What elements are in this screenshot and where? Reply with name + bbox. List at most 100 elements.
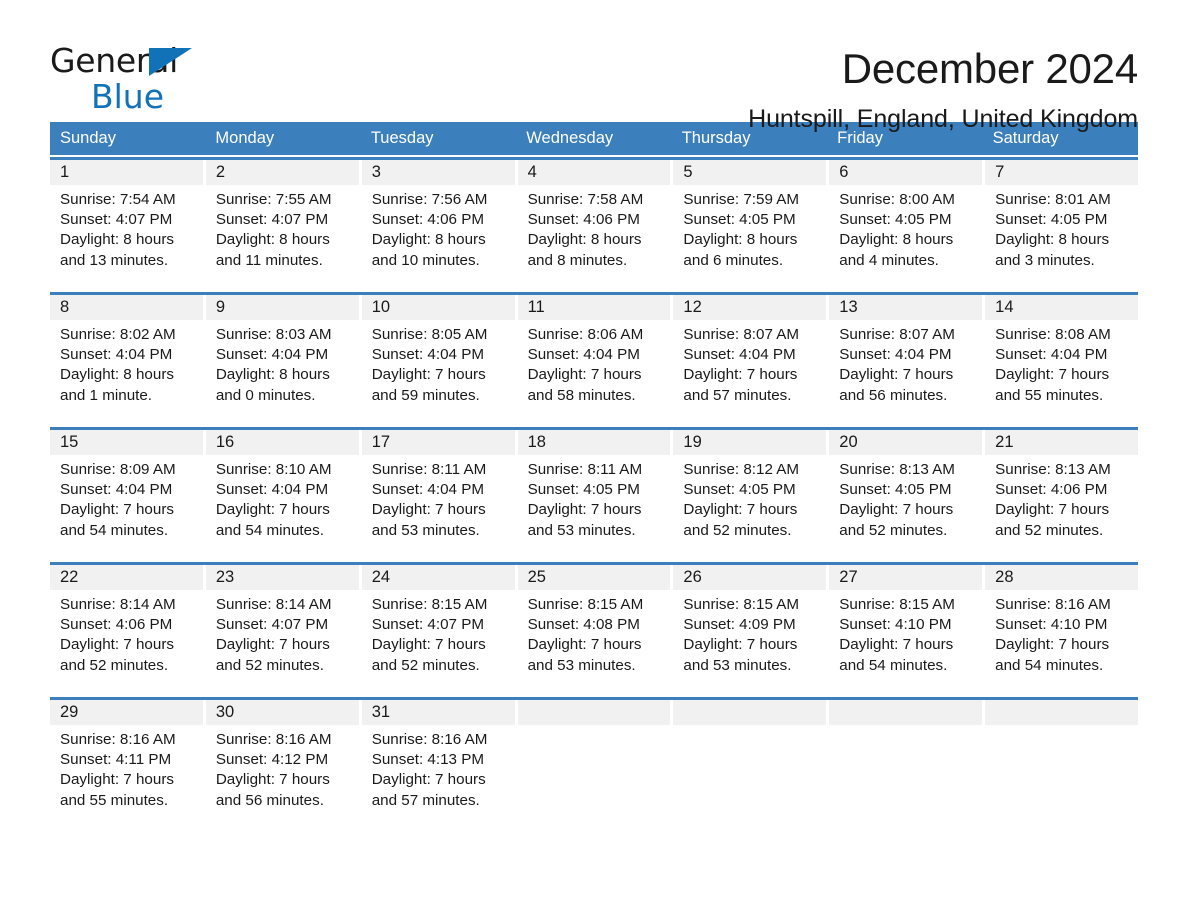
day-cell[interactable]: 2 Sunrise: 7:55 AM Sunset: 4:07 PM Daylight… <box>205 160 359 279</box>
day-cell[interactable]: 28 Sunrise: 8:16 AM Sunset: 4:10 PM Dayligh… <box>985 565 1138 684</box>
daynum-band: 11 <box>517 295 671 320</box>
daylight-text-line1: Daylight: 7 hours <box>683 636 798 654</box>
day-number: 18 <box>527 433 546 451</box>
day-details: Sunrise: 8:15 AM Sunset: 4:08 PM Daylight:… <box>518 590 671 676</box>
sunset-text: Sunset: 4:10 PM <box>839 616 952 634</box>
day-details: Sunrise: 8:15 AM Sunset: 4:07 PM Daylight:… <box>362 590 515 676</box>
sunset-text: Sunset: 4:07 PM <box>371 616 484 634</box>
day-cell[interactable]: 1 Sunrise: 7:54 AM Sunset: 4:07 PM Daylight… <box>50 160 203 279</box>
day-cell[interactable]: 4 Sunrise: 7:58 AM Sunset: 4:06 PM Daylight… <box>517 160 671 279</box>
daylight-text-line1: Daylight: 8 hours <box>215 231 330 249</box>
sunset-text: Sunset: 4:04 PM <box>683 346 796 364</box>
day-cell[interactable]: 6 Sunrise: 8:00 AM Sunset: 4:05 PM Daylight… <box>829 160 983 279</box>
day-cell[interactable]: 15 Sunrise: 8:09 AM Sunset: 4:04 PM Dayligh… <box>50 430 203 549</box>
sunrise-text: Sunrise: 8:07 AM <box>683 326 800 343</box>
daylight-text-line2: and 3 minutes. <box>995 251 1095 269</box>
sunset-text: Sunset: 4:04 PM <box>60 346 173 364</box>
week-row: 29 Sunrise: 8:16 AM Sunset: 4:11 PM Dayligh… <box>50 697 1138 819</box>
day-cell[interactable]: 31 Sunrise: 8:16 AM Sunset: 4:13 PM Dayligh… <box>361 700 515 819</box>
daylight-text-line1: Daylight: 7 hours <box>371 501 486 519</box>
daylight-text-line2: and 10 minutes. <box>371 251 480 269</box>
sunset-text: Sunset: 4:05 PM <box>995 211 1108 229</box>
weekday-monday: Monday <box>215 129 275 147</box>
daylight-text-line2: and 57 minutes. <box>371 791 480 809</box>
sunrise-text: Sunrise: 8:11 AM <box>371 461 487 478</box>
day-details: Sunrise: 7:59 AM Sunset: 4:05 PM Daylight:… <box>673 185 826 271</box>
sunrise-text: Sunrise: 7:58 AM <box>527 191 644 208</box>
daylight-text-line1: Daylight: 7 hours <box>215 501 330 519</box>
day-cell[interactable]: 27 Sunrise: 8:15 AM Sunset: 4:10 PM Dayligh… <box>829 565 983 684</box>
sunset-text: Sunset: 4:04 PM <box>839 346 952 364</box>
day-cell[interactable]: 26 Sunrise: 8:15 AM Sunset: 4:09 PM Dayligh… <box>673 565 827 684</box>
sunrise-text: Sunrise: 8:13 AM <box>995 461 1111 478</box>
day-cell[interactable]: 5 Sunrise: 7:59 AM Sunset: 4:05 PM Daylight… <box>673 160 827 279</box>
day-cell[interactable]: 3 Sunrise: 7:56 AM Sunset: 4:06 PM Daylight… <box>361 160 515 279</box>
weekday-thursday: Thursday <box>681 129 751 147</box>
calendar-grid: Sunday Monday Tuesday Wednesday Thursday… <box>50 122 1138 819</box>
sunset-text: Sunset: 4:07 PM <box>215 211 329 229</box>
day-number: 28 <box>995 568 1014 586</box>
sunset-text: Sunset: 4:11 PM <box>60 751 172 769</box>
day-cell[interactable]: 18 Sunrise: 8:11 AM Sunset: 4:05 PM Dayligh… <box>517 430 671 549</box>
day-number: 3 <box>371 163 381 181</box>
triangle-icon <box>149 48 192 76</box>
daynum-band: 9 <box>205 295 359 320</box>
day-cell[interactable]: 19 Sunrise: 8:12 AM Sunset: 4:05 PM Dayligh… <box>673 430 827 549</box>
daylight-text-line2: and 59 minutes. <box>371 386 480 404</box>
day-cell[interactable]: 25 Sunrise: 8:15 AM Sunset: 4:08 PM Dayligh… <box>517 565 671 684</box>
daylight-text-line1: Daylight: 7 hours <box>839 501 954 519</box>
daylight-text-line2: and 52 minutes. <box>371 656 480 674</box>
daynum-band: 27 <box>829 565 983 590</box>
sunset-text: Sunset: 4:10 PM <box>995 616 1108 634</box>
day-cell[interactable]: 30 Sunrise: 8:16 AM Sunset: 4:12 PM Dayligh… <box>205 700 359 819</box>
daylight-text-line1: Daylight: 8 hours <box>60 231 174 249</box>
day-cell[interactable]: 14 Sunrise: 8:08 AM Sunset: 4:04 PM Dayligh… <box>985 295 1138 414</box>
day-number: 15 <box>60 433 79 451</box>
day-cell[interactable]: 8 Sunrise: 8:02 AM Sunset: 4:04 PM Daylight… <box>50 295 203 414</box>
day-cell[interactable]: 16 Sunrise: 8:10 AM Sunset: 4:04 PM Dayligh… <box>205 430 359 549</box>
day-details: Sunrise: 8:16 AM Sunset: 4:11 PM Daylight:… <box>50 725 203 811</box>
daylight-text-line1: Daylight: 7 hours <box>839 366 954 384</box>
daylight-text-line2: and 54 minutes. <box>839 656 948 674</box>
day-cell[interactable]: 21 Sunrise: 8:13 AM Sunset: 4:06 PM Dayligh… <box>985 430 1138 549</box>
day-cell[interactable]: 9 Sunrise: 8:03 AM Sunset: 4:04 PM Daylight… <box>205 295 359 414</box>
day-cell[interactable]: 13 Sunrise: 8:07 AM Sunset: 4:04 PM Dayligh… <box>829 295 983 414</box>
day-cell[interactable]: 10 Sunrise: 8:05 AM Sunset: 4:04 PM Dayligh… <box>361 295 515 414</box>
day-cell[interactable]: 17 Sunrise: 8:11 AM Sunset: 4:04 PM Dayligh… <box>361 430 515 549</box>
day-details: Sunrise: 8:13 AM Sunset: 4:05 PM Daylight:… <box>829 455 982 541</box>
day-cell[interactable]: 12 Sunrise: 8:07 AM Sunset: 4:04 PM Dayligh… <box>673 295 827 414</box>
day-details: Sunrise: 8:05 AM Sunset: 4:04 PM Daylight:… <box>362 320 515 406</box>
daylight-text-line1: Daylight: 7 hours <box>527 636 642 654</box>
day-details: Sunrise: 7:55 AM Sunset: 4:07 PM Daylight:… <box>206 185 359 271</box>
daynum-band: 6 <box>829 160 983 185</box>
daylight-text-line2: and 54 minutes. <box>215 521 324 539</box>
sunrise-text: Sunrise: 8:09 AM <box>60 461 176 478</box>
sunset-text: Sunset: 4:06 PM <box>60 616 173 634</box>
daynum-band: 5 <box>673 160 827 185</box>
daylight-text-line2: and 54 minutes. <box>60 521 169 539</box>
day-details: Sunrise: 8:00 AM Sunset: 4:05 PM Daylight:… <box>829 185 982 271</box>
day-number: 12 <box>683 298 702 316</box>
day-cell[interactable]: 29 Sunrise: 8:16 AM Sunset: 4:11 PM Dayligh… <box>50 700 203 819</box>
general-blue-logo[interactable]: General Blue <box>50 44 200 114</box>
day-details: Sunrise: 8:12 AM Sunset: 4:05 PM Daylight:… <box>673 455 826 541</box>
day-cell[interactable]: 11 Sunrise: 8:06 AM Sunset: 4:04 PM Dayligh… <box>517 295 671 414</box>
week-row: 15 Sunrise: 8:09 AM Sunset: 4:04 PM Dayligh… <box>50 427 1138 549</box>
day-cell[interactable]: 23 Sunrise: 8:14 AM Sunset: 4:07 PM Dayligh… <box>205 565 359 684</box>
day-number: 25 <box>527 568 546 586</box>
daynum-band: 31 <box>361 700 515 725</box>
day-cell[interactable]: 24 Sunrise: 8:15 AM Sunset: 4:07 PM Dayligh… <box>361 565 515 684</box>
day-cell[interactable]: 7 Sunrise: 8:01 AM Sunset: 4:05 PM Daylight… <box>985 160 1138 279</box>
day-cell[interactable]: 20 Sunrise: 8:13 AM Sunset: 4:05 PM Dayligh… <box>829 430 983 549</box>
daylight-text-line2: and 53 minutes. <box>527 656 636 674</box>
page-title: December 2024 <box>841 45 1138 92</box>
daylight-text-line2: and 6 minutes. <box>683 251 784 269</box>
daynum-band: 20 <box>829 430 983 455</box>
daylight-text-line2: and 8 minutes. <box>527 251 628 269</box>
sunset-text: Sunset: 4:06 PM <box>527 211 640 229</box>
weekday-sunday: Sunday <box>60 129 116 147</box>
day-details: Sunrise: 8:06 AM Sunset: 4:04 PM Daylight:… <box>518 320 671 406</box>
day-cell[interactable]: 22 Sunrise: 8:14 AM Sunset: 4:06 PM Dayligh… <box>50 565 203 684</box>
day-number: 8 <box>60 298 70 316</box>
daylight-text-line1: Daylight: 8 hours <box>683 231 798 249</box>
